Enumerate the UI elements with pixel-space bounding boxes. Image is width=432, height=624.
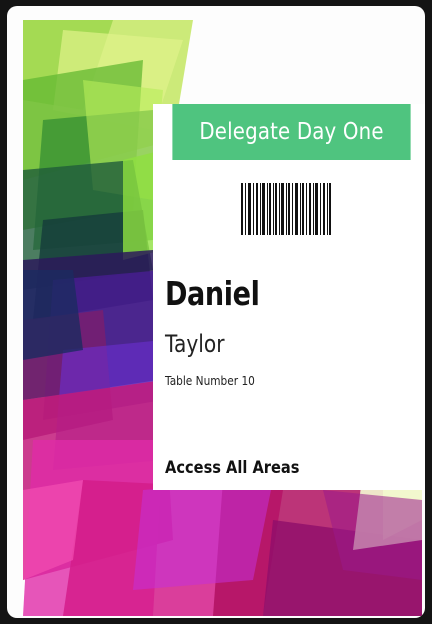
- badge-panel: Delegate Day One Daniel Taylor Table Num…: [153, 104, 425, 490]
- badge-title: Delegate Day One: [172, 104, 411, 160]
- table-number: Table Number 10: [165, 374, 255, 388]
- first-name: Daniel: [165, 274, 260, 313]
- badge-card: Delegate Day One Daniel Taylor Table Num…: [7, 6, 425, 618]
- barcode-icon: [241, 183, 331, 235]
- access-level: Access All Areas: [165, 458, 300, 478]
- last-name: Taylor: [165, 330, 225, 358]
